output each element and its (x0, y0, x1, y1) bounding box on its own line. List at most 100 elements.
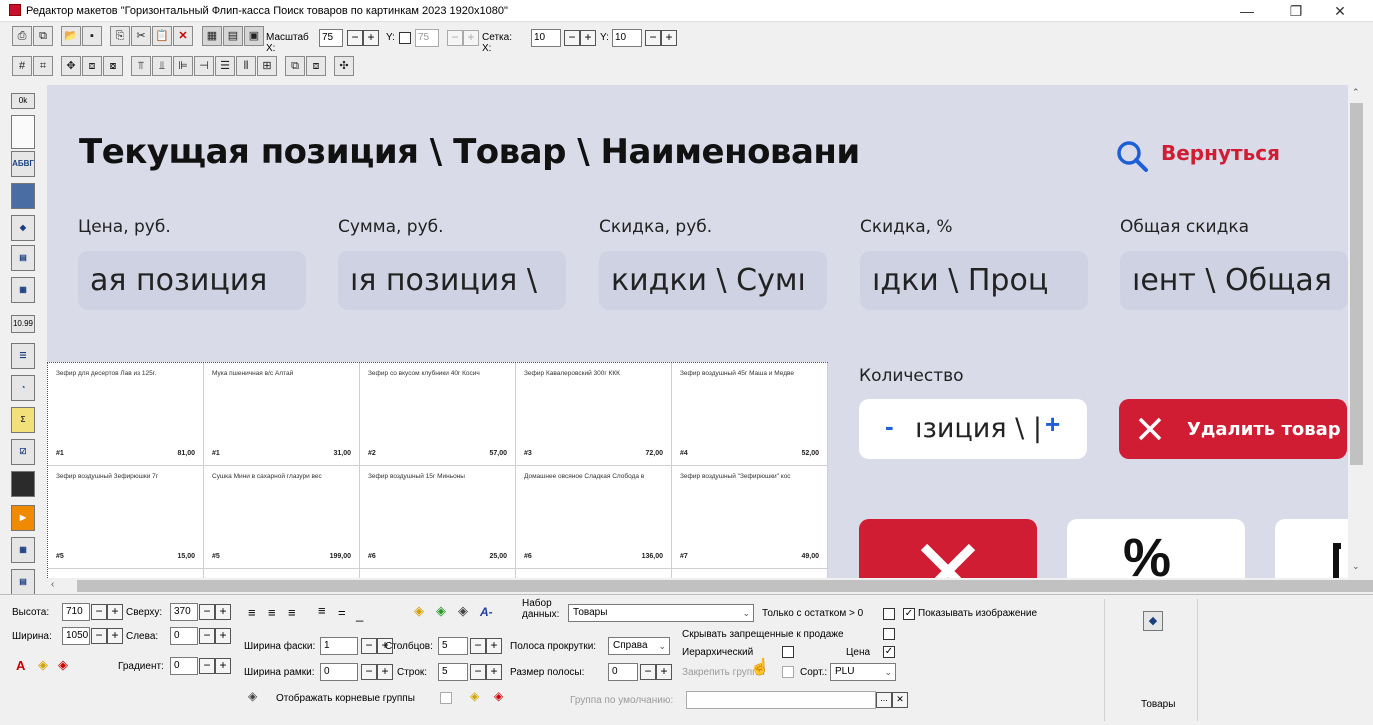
left-plus[interactable]: + (215, 628, 231, 644)
font-style-icon[interactable]: A- (480, 605, 493, 619)
bring-front-icon[interactable]: ⧉ (285, 56, 305, 76)
frame-input[interactable]: 0 (320, 663, 358, 681)
vertical-scrollbar[interactable]: ⌃ ⌄ (1348, 85, 1365, 578)
left-minus[interactable]: − (199, 628, 215, 644)
text-fill-icon[interactable]: ◈ (436, 603, 446, 619)
move-icon[interactable]: ✣ (334, 56, 354, 76)
palette-sum-icon[interactable]: Σ (11, 407, 35, 433)
palette-image-icon[interactable] (11, 183, 35, 209)
product-tile[interactable] (204, 569, 360, 578)
sum-field[interactable]: ıя позиция \ (338, 251, 566, 310)
palette-price-icon[interactable]: 10.99 (11, 315, 35, 333)
horizontal-scrollbar[interactable]: ‹ (47, 578, 1373, 594)
scale-y-input[interactable]: 75 (415, 29, 439, 47)
send-back-icon[interactable]: ⧈ (306, 56, 326, 76)
layout-b-icon[interactable]: ▤ (223, 26, 243, 46)
columns-minus[interactable]: − (470, 638, 486, 654)
horizontal-scroll-thumb[interactable] (77, 580, 1373, 592)
gradient-minus[interactable]: − (199, 658, 215, 674)
grid-x-plus[interactable]: + (580, 30, 596, 46)
hierarchical-checkbox[interactable] (782, 646, 794, 658)
product-tile[interactable]: Зефир воздушный 45г Маша и Медве #4 52,00 (672, 363, 828, 466)
palette-panel-icon[interactable] (11, 115, 35, 149)
grid-snap-icon[interactable]: # (12, 56, 32, 76)
chamfer-input[interactable]: 1 (320, 637, 358, 655)
height-minus[interactable]: − (91, 604, 107, 620)
product-tile[interactable]: Зефир со вкусом клубники 40г Косич #2 57,0… (360, 363, 516, 466)
discount-big-button[interactable]: % (1067, 519, 1245, 578)
extra-big-button[interactable] (1275, 519, 1348, 578)
align-center-text-icon[interactable]: ≡ (268, 605, 276, 620)
product-tile[interactable] (672, 569, 828, 578)
frame-plus[interactable]: + (377, 664, 393, 680)
vertical-scroll-thumb[interactable] (1350, 103, 1363, 465)
palette-table-icon[interactable]: ▦ (11, 277, 35, 303)
scale-x-minus[interactable]: − (347, 30, 363, 46)
show-image-checkbox[interactable]: ✓ (903, 608, 915, 620)
font-color-icon[interactable]: A (16, 658, 25, 673)
design-canvas[interactable]: Текущая позиция \ Товар \ Наименовани Ве… (47, 85, 1348, 578)
scroll-up-icon[interactable]: ⌃ (1352, 87, 1360, 98)
cut-icon[interactable]: ✂ (131, 26, 151, 46)
scroll-down-icon[interactable]: ⌄ (1352, 561, 1360, 572)
scale-x-plus[interactable]: + (363, 30, 379, 46)
group-fill-icon[interactable]: ◈ (470, 689, 479, 703)
palette-film-icon[interactable] (11, 471, 35, 497)
default-group-browse-button[interactable]: ... (876, 692, 892, 708)
close-button[interactable]: ✕ (1320, 2, 1360, 20)
layout-c-icon[interactable]: ▣ (244, 26, 264, 46)
root-groups-fill-icon[interactable]: ◈ (248, 689, 257, 703)
product-tile[interactable] (48, 569, 204, 578)
price-field[interactable]: ая позиция (78, 251, 306, 310)
only-stock-checkbox[interactable] (883, 608, 895, 620)
width-minus[interactable]: − (91, 628, 107, 644)
align-right-text-icon[interactable]: ≡ (288, 605, 296, 620)
hide-forbidden-checkbox[interactable] (883, 628, 895, 640)
product-tile[interactable]: Зефир воздушный Зефирюшки 7г #5 15,00 (48, 466, 204, 569)
scale-y-plus[interactable]: + (463, 30, 479, 46)
line-fill-icon[interactable]: ◈ (458, 603, 468, 619)
product-tile[interactable]: Мука пшеничная в/с Алтай #1 31,00 (204, 363, 360, 466)
palette-cube-icon[interactable]: ◆ (11, 215, 35, 241)
scroll-left-icon[interactable]: ‹ (51, 579, 54, 590)
height-plus[interactable]: + (107, 604, 123, 620)
product-tile[interactable]: Зефир для десертов Лав из 125г. #1 81,00 (48, 363, 204, 466)
quantity-stepper[interactable]: - ıзиция \ | + (859, 399, 1087, 459)
palette-play-icon[interactable]: ▶ (11, 505, 35, 531)
palette-list-icon[interactable]: ☰ (11, 343, 35, 369)
palette-label-icon[interactable]: АБВГ (11, 151, 35, 177)
paste-icon[interactable]: 📋 (152, 26, 172, 46)
product-tile[interactable] (516, 569, 672, 578)
height-input[interactable]: 710 (62, 603, 90, 621)
product-grid[interactable]: Зефир для десертов Лав из 125г. #1 81,00 Му… (47, 362, 828, 578)
grid-x-minus[interactable]: − (564, 30, 580, 46)
grid-show-icon[interactable]: ⌗ (33, 56, 53, 76)
minimize-button[interactable]: — (1227, 2, 1267, 20)
align-right-icon[interactable]: ⊣ (194, 56, 214, 76)
rows-minus[interactable]: − (470, 664, 486, 680)
gradient-plus[interactable]: + (215, 658, 231, 674)
copy-layout-icon[interactable]: ⧉ (33, 26, 53, 46)
align-bottom-icon[interactable]: ⫫ (152, 56, 172, 76)
default-group-input[interactable] (686, 691, 876, 709)
gradient-input[interactable]: 0 (170, 657, 198, 675)
product-tile[interactable]: Домашнее овсяное Сладкая Слобода в #6 136,… (516, 466, 672, 569)
scale-x-input[interactable]: 75 (319, 29, 343, 47)
group-icon[interactable]: ⊞ (257, 56, 277, 76)
space-vertical-icon[interactable]: ☰ (215, 56, 235, 76)
default-group-clear-button[interactable]: ✕ (892, 692, 908, 708)
product-tile[interactable]: Зефир воздушный "Зефирюшки" кос #7 49,00 (672, 466, 828, 569)
palette-doc-icon[interactable]: ▤ (11, 245, 35, 271)
print-icon[interactable]: ⎙ (12, 26, 32, 46)
rows-input[interactable]: 5 (438, 663, 468, 681)
product-tile[interactable] (360, 569, 516, 578)
bg-fill-icon[interactable]: ◈ (414, 603, 424, 619)
dataset-select[interactable]: Товары ⌄ (568, 604, 754, 622)
top-input[interactable]: 370 (170, 603, 198, 621)
scale-y-minus[interactable]: − (447, 30, 463, 46)
quantity-plus-button[interactable]: + (1045, 409, 1060, 440)
valign-bottom-icon[interactable]: _ (356, 607, 363, 622)
width-plus[interactable]: + (107, 628, 123, 644)
discount-pct-field[interactable]: ıдки \ Проц (860, 251, 1088, 310)
grid-x-input[interactable]: 10 (531, 29, 561, 47)
